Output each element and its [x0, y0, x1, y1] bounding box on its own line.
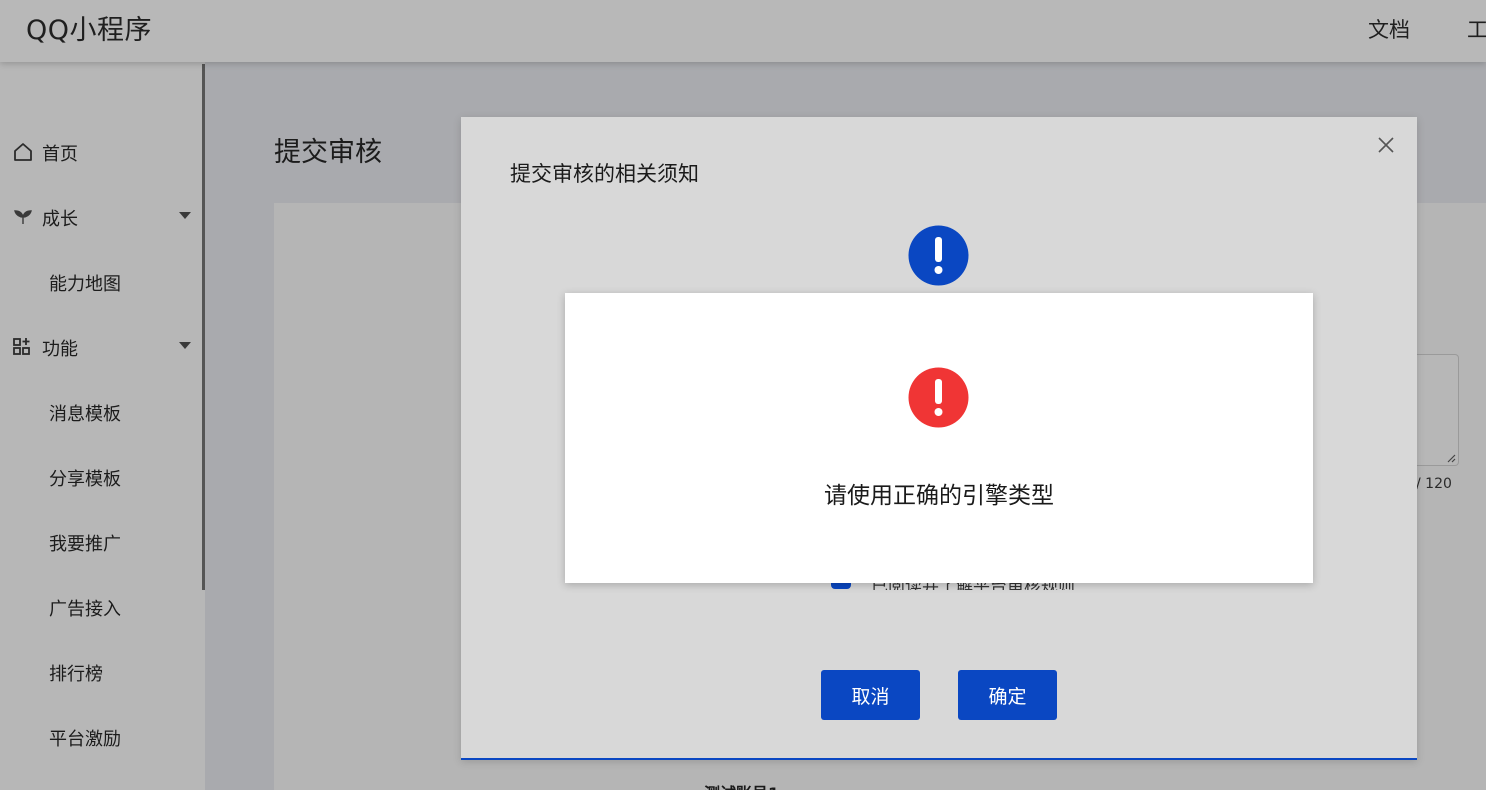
sidebar-item-label: 功能	[42, 339, 78, 360]
sidebar-item-label: 分享模板	[49, 469, 121, 490]
description-textarea[interactable]	[1416, 354, 1459, 466]
sidebar-item-label: 首页	[42, 144, 78, 165]
page-title: 提交审核	[274, 137, 382, 168]
sidebar-item-label: 广告接入	[49, 599, 121, 620]
sidebar-item-label: 成长	[42, 209, 78, 230]
sprout-icon	[14, 210, 32, 224]
sidebar-item-ability-map[interactable]: 能力地图	[0, 267, 200, 297]
sidebar-item-label: 我要推广	[49, 534, 121, 555]
apps-icon	[13, 338, 30, 355]
alert-message: 请使用正确的引擎类型	[824, 483, 1054, 509]
sidebar-item-label: 能力地图	[49, 274, 121, 295]
close-icon[interactable]	[1375, 134, 1397, 156]
sidebar-item-label: 平台激励	[49, 729, 121, 750]
chevron-down-icon[interactable]	[179, 342, 191, 349]
sidebar-item-home[interactable]: 首页	[0, 137, 200, 167]
sidebar-item-label: 消息模板	[49, 404, 121, 425]
error-alert: 请使用正确的引擎类型	[565, 293, 1313, 583]
exclamation-icon	[908, 225, 969, 286]
test-account-label: 测试账号1	[704, 780, 779, 790]
top-header: QQ小程序 文档 工	[0, 0, 1486, 62]
error-exclamation-icon	[908, 367, 969, 428]
modal-title: 提交审核的相关须知	[510, 162, 699, 186]
sidebar-item-message-template[interactable]: 消息模板	[0, 397, 200, 427]
cancel-button[interactable]: 取消	[821, 670, 920, 720]
sidebar-item-promotion[interactable]: 我要推广	[0, 527, 200, 557]
sidebar-item-growth[interactable]: 成长	[0, 202, 200, 232]
sidebar-item-features[interactable]: 功能	[0, 332, 200, 362]
nav-tools-link[interactable]: 工	[1467, 14, 1486, 44]
sidebar-item-incentive[interactable]: 平台激励	[0, 722, 200, 752]
brand-logo[interactable]: QQ小程序	[26, 8, 152, 47]
sidebar-item-label: 排行榜	[49, 664, 103, 685]
resize-handle-icon[interactable]	[1446, 453, 1456, 463]
sidebar-item-ads[interactable]: 广告接入	[0, 592, 200, 622]
home-icon	[14, 143, 32, 161]
confirm-button[interactable]: 确定	[958, 670, 1057, 720]
chevron-down-icon[interactable]	[179, 212, 191, 219]
char-counter: / 120	[1416, 476, 1452, 492]
nav-docs-link[interactable]: 文档	[1368, 14, 1410, 44]
sidebar-item-leaderboard[interactable]: 排行榜	[0, 657, 200, 687]
sidebar-item-share-template[interactable]: 分享模板	[0, 462, 200, 492]
